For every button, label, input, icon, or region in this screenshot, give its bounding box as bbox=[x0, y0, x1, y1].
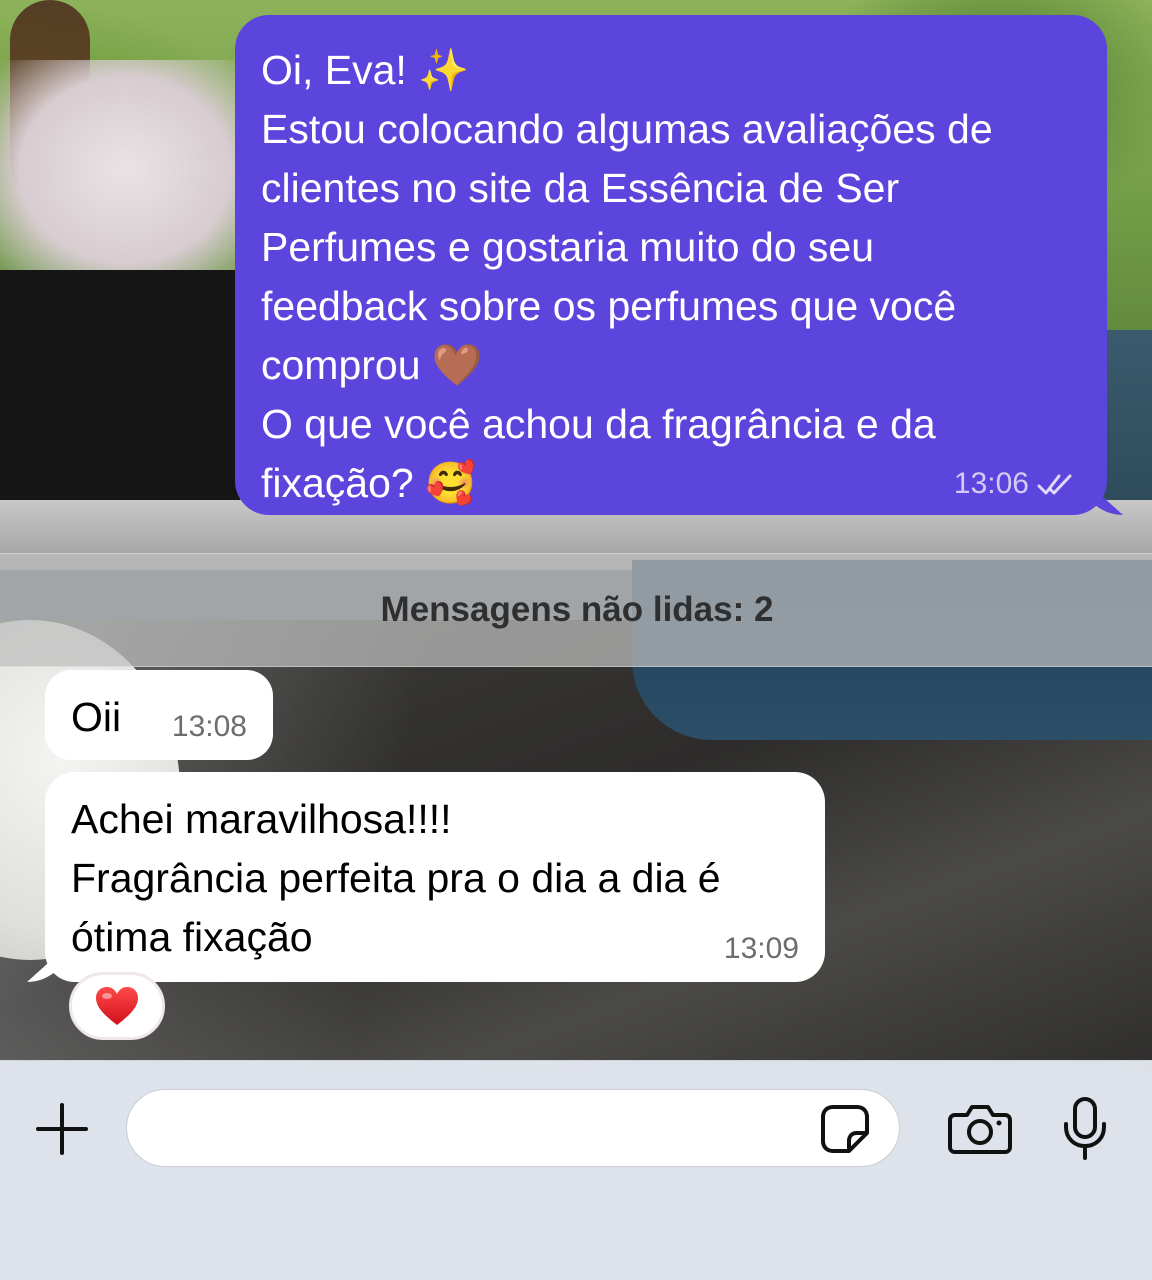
incoming-message-bubble[interactable]: Oii 13:08 bbox=[45, 670, 273, 760]
message-line: feedback sobre os perfumes que você bbox=[261, 283, 957, 329]
incoming-message-text: Achei maravilhosa!!!! Fragrância perfeit… bbox=[71, 790, 799, 967]
unread-messages-label: Mensagens não lidas: 2 bbox=[380, 590, 774, 629]
message-line: O que você achou da fragrância e da bbox=[261, 401, 936, 447]
message-line: Oi, Eva! ✨ bbox=[261, 47, 470, 93]
camera-button[interactable] bbox=[944, 1097, 1016, 1161]
message-line: Perfumes e gostaria muito do seu bbox=[261, 224, 875, 270]
unread-messages-divider: Mensagens não lidas: 2 bbox=[0, 553, 1152, 667]
message-line: ótima fixação bbox=[71, 914, 313, 960]
message-input[interactable] bbox=[155, 1090, 819, 1168]
outgoing-message-meta: 13:06 bbox=[954, 467, 1079, 501]
sticker-button[interactable] bbox=[819, 1103, 871, 1155]
message-line: comprou 🤎 bbox=[261, 342, 483, 388]
message-input-field[interactable] bbox=[126, 1089, 900, 1168]
outgoing-message-bubble[interactable]: Oi, Eva! ✨ Estou colocando algumas avali… bbox=[235, 15, 1107, 515]
plus-icon bbox=[36, 1103, 88, 1155]
message-line: clientes no site da Essência de Ser bbox=[261, 165, 900, 211]
message-time: 13:06 bbox=[953, 467, 1029, 500]
voice-message-button[interactable] bbox=[1054, 1091, 1116, 1167]
attach-button[interactable] bbox=[30, 1097, 94, 1161]
message-time: 13:09 bbox=[723, 932, 799, 965]
outgoing-message-text: Oi, Eva! ✨ Estou colocando algumas avali… bbox=[261, 41, 1077, 513]
heart-icon bbox=[96, 987, 138, 1025]
sticker-icon bbox=[821, 1105, 869, 1153]
wallpaper-dark-area bbox=[0, 270, 240, 520]
message-composer bbox=[0, 1060, 1152, 1280]
chat-screen: Oi, Eva! ✨ Estou colocando algumas avali… bbox=[0, 0, 1152, 1280]
message-time: 13:08 bbox=[171, 710, 247, 743]
incoming-message-bubble[interactable]: Achei maravilhosa!!!! Fragrância perfeit… bbox=[45, 772, 825, 982]
message-line: Achei maravilhosa!!!! bbox=[71, 796, 452, 842]
camera-icon bbox=[948, 1105, 1012, 1154]
message-line: Estou colocando algumas avaliações de bbox=[261, 106, 993, 152]
message-line: Fragrância perfeita pra o dia a dia é bbox=[71, 855, 721, 901]
microphone-icon bbox=[1064, 1097, 1106, 1160]
double-check-icon bbox=[1037, 474, 1072, 495]
message-reaction[interactable] bbox=[69, 972, 165, 1040]
wallpaper-blouse bbox=[0, 60, 250, 280]
